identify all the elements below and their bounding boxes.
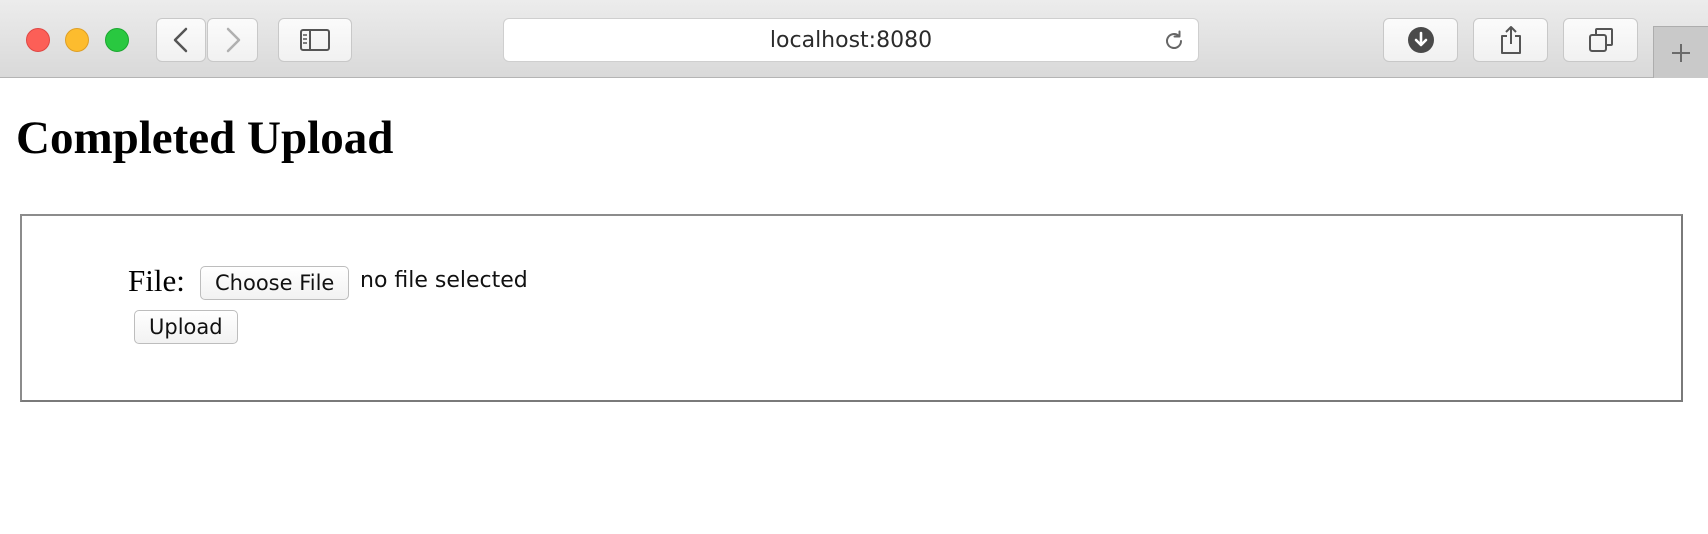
minimize-window-button[interactable] — [65, 28, 89, 52]
sidebar-icon — [300, 29, 330, 51]
page-title: Completed Upload — [16, 112, 394, 164]
file-label: File: — [128, 263, 185, 298]
downloads-button[interactable] — [1383, 18, 1458, 62]
choose-file-button[interactable]: Choose File — [200, 266, 350, 300]
browser-toolbar: localhost:8080 — [0, 0, 1708, 78]
upload-form: File: Choose File no file selected Uploa… — [20, 214, 1683, 402]
sidebar-button[interactable] — [278, 18, 352, 62]
show-tabs-button[interactable] — [1563, 18, 1638, 62]
new-tab-button[interactable] — [1653, 26, 1708, 78]
url-text: localhost:8080 — [769, 27, 933, 53]
plus-icon — [1672, 43, 1690, 62]
close-window-button[interactable] — [26, 28, 50, 52]
maximize-window-button[interactable] — [105, 28, 129, 52]
reload-button[interactable] — [1162, 29, 1186, 59]
address-bar[interactable]: localhost:8080 — [503, 18, 1199, 62]
reload-icon — [1166, 30, 1182, 49]
back-button[interactable] — [156, 18, 206, 62]
download-icon — [1407, 27, 1434, 53]
upload-button[interactable]: Upload — [134, 310, 238, 344]
share-icon — [1500, 26, 1521, 54]
chevron-right-icon — [226, 27, 240, 53]
chevron-left-icon — [173, 27, 188, 53]
page-content: Completed Upload File: Choose File no fi… — [0, 79, 1708, 534]
tabs-icon — [1588, 28, 1613, 52]
share-button[interactable] — [1473, 18, 1548, 62]
forward-button[interactable] — [207, 18, 258, 62]
file-status-text: no file selected — [360, 268, 528, 293]
